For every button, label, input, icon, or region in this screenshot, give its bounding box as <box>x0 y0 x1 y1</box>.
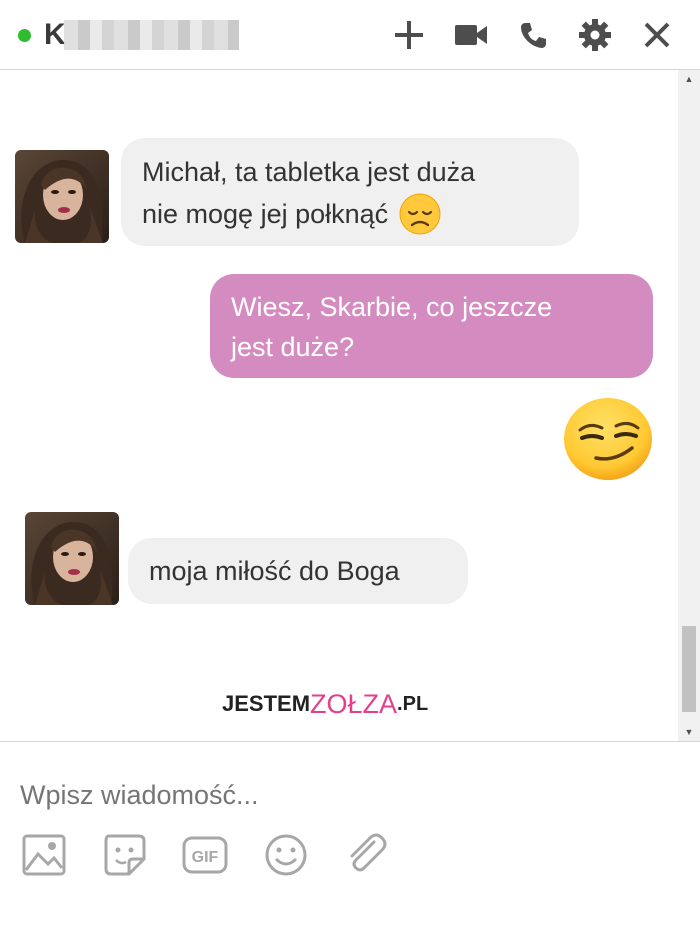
gif-label: GIF <box>192 849 219 866</box>
emoji-picker-button[interactable] <box>263 832 309 878</box>
scroll-up-arrow[interactable]: ▲ <box>678 70 700 88</box>
message-line: jest duże? <box>231 332 355 362</box>
message-input[interactable] <box>20 777 620 813</box>
emoji-icon <box>265 834 307 876</box>
attach-file-button[interactable] <box>344 832 390 878</box>
plus-icon <box>395 21 423 49</box>
chat-header: K <box>0 0 700 70</box>
close-button[interactable] <box>638 16 676 54</box>
settings-button[interactable] <box>576 16 614 54</box>
voice-call-button[interactable] <box>514 16 552 54</box>
message-line: Michał, ta tabletka jest duża <box>142 157 476 187</box>
gif-icon: GIF <box>182 836 228 874</box>
blurred-contact-name <box>64 20 239 50</box>
outgoing-emoji-message[interactable] <box>562 396 654 482</box>
watermark-part: ZOŁZA <box>310 688 398 719</box>
incoming-message-bubble[interactable]: Michał, ta tabletka jest duża nie mogę j… <box>121 138 579 246</box>
message-line: Wiesz, Skarbie, co jeszcze <box>231 292 553 322</box>
scroll-down-arrow[interactable]: ▼ <box>678 723 700 741</box>
phone-icon <box>521 23 546 48</box>
contact-avatar[interactable] <box>25 512 119 605</box>
incoming-message-bubble[interactable]: moja miłość do Boga <box>128 538 468 604</box>
gear-icon <box>579 19 611 51</box>
send-sticker-button[interactable] <box>102 832 148 878</box>
contact-avatar[interactable] <box>15 150 109 243</box>
message-line: moja miłość do Boga <box>149 556 400 586</box>
disappointed-face-emoji <box>399 193 441 235</box>
watermark-part: .PL <box>397 692 429 715</box>
sticker-icon <box>104 834 146 876</box>
watermark-logo: JESTEM ZOŁZA .PL <box>222 684 428 724</box>
message-composer: GIF <box>0 741 700 936</box>
add-people-button[interactable] <box>390 16 428 54</box>
attachment-icon <box>350 833 387 872</box>
outgoing-message-bubble[interactable]: Wiesz, Skarbie, co jeszcze jest duże? <box>210 274 653 378</box>
video-icon <box>455 25 487 45</box>
video-call-button[interactable] <box>452 16 490 54</box>
send-photo-button[interactable] <box>21 832 67 878</box>
watermark-part: JESTEM <box>222 691 311 716</box>
image-icon <box>22 834 66 876</box>
send-gif-button[interactable]: GIF <box>182 832 228 878</box>
avatar-photo <box>15 150 109 243</box>
avatar-photo <box>25 512 119 605</box>
contact-name[interactable]: K <box>44 18 66 52</box>
online-status-dot <box>18 29 31 42</box>
scroll-thumb[interactable] <box>682 626 696 712</box>
close-icon <box>644 22 670 48</box>
message-line: nie mogę jej połknąć <box>142 199 389 229</box>
scrollbar[interactable]: ▲ ▼ <box>678 70 700 741</box>
smirking-face-emoji <box>564 398 652 480</box>
